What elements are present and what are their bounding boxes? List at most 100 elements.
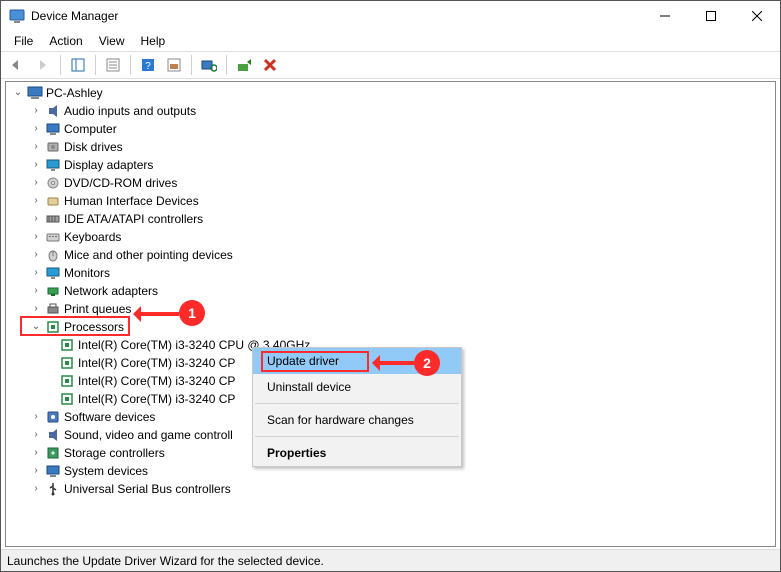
mouse-icon bbox=[45, 247, 61, 263]
tree-category[interactable]: › Monitors bbox=[6, 264, 775, 282]
uninstall-device-button[interactable] bbox=[258, 54, 282, 76]
close-button[interactable] bbox=[734, 1, 780, 31]
device-tree-pane[interactable]: ⌄ PC-Ashley › Audio inputs and outputs ›… bbox=[5, 81, 776, 547]
device-label: Intel(R) Core(TM) i3-3240 CP bbox=[78, 390, 235, 408]
storage-icon bbox=[45, 445, 61, 461]
expand-icon[interactable]: › bbox=[28, 229, 44, 245]
processors-label: Processors bbox=[64, 318, 124, 336]
show-hide-console-tree-button[interactable] bbox=[66, 54, 90, 76]
category-label: Mice and other pointing devices bbox=[64, 246, 233, 264]
tree-category[interactable]: › Keyboards bbox=[6, 228, 775, 246]
chip-icon bbox=[59, 337, 75, 353]
chip-icon bbox=[59, 373, 75, 389]
expand-icon[interactable]: › bbox=[28, 175, 44, 191]
expand-icon[interactable]: › bbox=[28, 211, 44, 227]
category-label: Universal Serial Bus controllers bbox=[64, 480, 231, 498]
tree-category[interactable]: › Network adapters bbox=[6, 282, 775, 300]
action-button[interactable] bbox=[162, 54, 186, 76]
tree-category[interactable]: › Print queues bbox=[6, 300, 775, 318]
category-label: Monitors bbox=[64, 264, 110, 282]
scan-hardware-button[interactable] bbox=[197, 54, 221, 76]
hid-icon bbox=[45, 193, 61, 209]
minimize-button[interactable] bbox=[642, 1, 688, 31]
maximize-button[interactable] bbox=[688, 1, 734, 31]
expand-icon[interactable]: › bbox=[28, 301, 44, 317]
help-button[interactable]: ? bbox=[136, 54, 160, 76]
system-icon bbox=[45, 463, 61, 479]
menu-action[interactable]: Action bbox=[42, 33, 89, 49]
collapse-icon[interactable]: ⌄ bbox=[10, 85, 26, 101]
context-menu-item[interactable]: Uninstall device bbox=[253, 374, 461, 400]
menu-file[interactable]: File bbox=[7, 33, 40, 49]
back-button[interactable] bbox=[5, 54, 29, 76]
expand-icon[interactable]: › bbox=[28, 463, 44, 479]
toolbar-separator bbox=[130, 55, 131, 75]
chip-icon bbox=[45, 319, 61, 335]
category-label: Disk drives bbox=[64, 138, 123, 156]
expand-icon[interactable]: › bbox=[28, 409, 44, 425]
expand-icon[interactable]: › bbox=[28, 193, 44, 209]
category-label: DVD/CD-ROM drives bbox=[64, 174, 177, 192]
network-icon bbox=[45, 283, 61, 299]
expand-icon[interactable]: › bbox=[28, 121, 44, 137]
callout-arrow-2 bbox=[374, 361, 414, 365]
monitor-icon bbox=[45, 265, 61, 281]
toolbar: ? bbox=[1, 51, 780, 79]
tree-category[interactable]: › Computer bbox=[6, 120, 775, 138]
menu-help[interactable]: Help bbox=[134, 33, 173, 49]
display-icon bbox=[45, 157, 61, 173]
tree-root-node[interactable]: ⌄ PC-Ashley bbox=[6, 84, 775, 102]
category-label: Display adapters bbox=[64, 156, 153, 174]
tree-category-processors[interactable]: ⌄ Processors bbox=[6, 318, 775, 336]
dvd-icon bbox=[45, 175, 61, 191]
category-label: Sound, video and game controll bbox=[64, 426, 233, 444]
expand-icon[interactable]: › bbox=[28, 157, 44, 173]
collapse-icon[interactable]: ⌄ bbox=[28, 319, 44, 335]
svg-text:?: ? bbox=[145, 61, 151, 72]
tree-category[interactable]: › Universal Serial Bus controllers bbox=[6, 480, 775, 498]
category-label: Computer bbox=[64, 120, 117, 138]
context-menu-item[interactable]: Scan for hardware changes bbox=[253, 407, 461, 433]
category-label: Audio inputs and outputs bbox=[64, 102, 196, 120]
category-label: Human Interface Devices bbox=[64, 192, 199, 210]
window-title: Device Manager bbox=[31, 9, 642, 23]
device-label: Intel(R) Core(TM) i3-3240 CP bbox=[78, 354, 235, 372]
tree-category[interactable]: › IDE ATA/ATAPI controllers bbox=[6, 210, 775, 228]
expand-icon[interactable]: › bbox=[28, 247, 44, 263]
titlebar: Device Manager bbox=[1, 1, 780, 31]
expand-icon[interactable]: › bbox=[28, 103, 44, 119]
update-driver-button[interactable] bbox=[232, 54, 256, 76]
category-label: Software devices bbox=[64, 408, 155, 426]
expand-icon[interactable]: › bbox=[28, 139, 44, 155]
toolbar-separator bbox=[60, 55, 61, 75]
category-label: Keyboards bbox=[64, 228, 121, 246]
usb-icon bbox=[45, 481, 61, 497]
expand-icon[interactable]: › bbox=[28, 481, 44, 497]
tree-category[interactable]: › Display adapters bbox=[6, 156, 775, 174]
context-menu-separator bbox=[255, 403, 459, 404]
root-label: PC-Ashley bbox=[46, 84, 103, 102]
chip-icon bbox=[59, 355, 75, 371]
tree-category[interactable]: › Mice and other pointing devices bbox=[6, 246, 775, 264]
category-label: Storage controllers bbox=[64, 444, 165, 462]
audio-icon bbox=[45, 103, 61, 119]
toolbar-separator bbox=[226, 55, 227, 75]
app-icon bbox=[9, 8, 25, 24]
tree-category[interactable]: › Human Interface Devices bbox=[6, 192, 775, 210]
expand-icon[interactable]: › bbox=[28, 427, 44, 443]
properties-button[interactable] bbox=[101, 54, 125, 76]
callout-badge-1: 1 bbox=[179, 300, 205, 326]
forward-button[interactable] bbox=[31, 54, 55, 76]
menu-view[interactable]: View bbox=[92, 33, 132, 49]
expand-icon[interactable]: › bbox=[28, 445, 44, 461]
tree-category[interactable]: › Audio inputs and outputs bbox=[6, 102, 775, 120]
callout-badge-2: 2 bbox=[414, 350, 440, 376]
category-label: System devices bbox=[64, 462, 148, 480]
expand-icon[interactable]: › bbox=[28, 283, 44, 299]
tree-category[interactable]: › DVD/CD-ROM drives bbox=[6, 174, 775, 192]
context-menu-item[interactable]: Properties bbox=[253, 440, 461, 466]
statusbar: Launches the Update Driver Wizard for th… bbox=[1, 549, 780, 571]
toolbar-separator bbox=[95, 55, 96, 75]
tree-category[interactable]: › Disk drives bbox=[6, 138, 775, 156]
expand-icon[interactable]: › bbox=[28, 265, 44, 281]
